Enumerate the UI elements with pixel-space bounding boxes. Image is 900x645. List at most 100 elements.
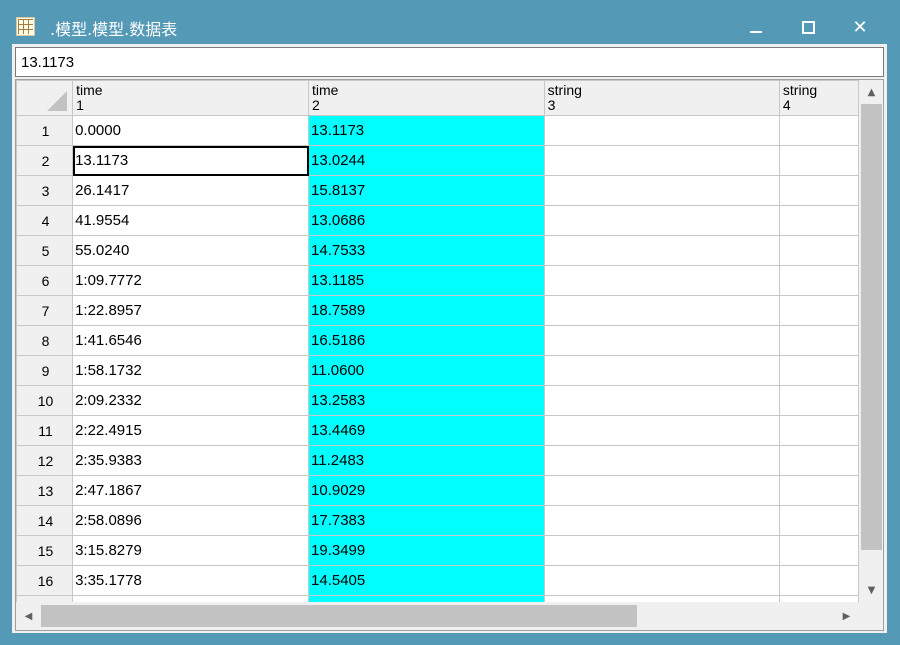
cell-string-3[interactable] — [543, 415, 780, 446]
cell-time-2[interactable]: 10.9029 — [308, 475, 545, 506]
cell-string-4[interactable] — [778, 505, 859, 536]
cell-time-1[interactable]: 1:58.1732 — [72, 355, 310, 386]
cell-time-1[interactable]: 2:58.0896 — [72, 505, 310, 536]
row-number[interactable]: 10 — [16, 385, 74, 416]
maximize-button[interactable] — [788, 12, 828, 42]
cell-time-2[interactable]: 14.5405 — [308, 565, 545, 596]
row-number[interactable]: 5 — [16, 235, 74, 266]
row-number[interactable]: 3 — [16, 175, 74, 206]
cell-time-1[interactable]: 26.1417 — [72, 175, 310, 206]
row-number[interactable]: 1 — [16, 115, 74, 146]
cell-string-4[interactable] — [778, 385, 859, 416]
cell-string-3[interactable] — [543, 175, 780, 206]
cell-string-3[interactable] — [543, 565, 780, 596]
cell-time-2[interactable]: 13.4469 — [308, 415, 545, 446]
cell-time-1[interactable]: 13.1173 — [72, 145, 310, 176]
close-button[interactable]: ✕ — [840, 12, 880, 42]
formula-bar[interactable] — [15, 47, 884, 77]
cell-string-4[interactable] — [778, 235, 859, 266]
cell-time-1[interactable]: 55.0240 — [72, 235, 310, 266]
cell-time-1[interactable]: 2:22.4915 — [72, 415, 310, 446]
row-number[interactable]: 2 — [16, 145, 74, 176]
cell-time-2[interactable]: 16.5186 — [308, 325, 545, 356]
cell-time-2[interactable]: 19.3499 — [308, 535, 545, 566]
scroll-left-button[interactable]: ◀ — [16, 602, 41, 630]
cell-time-1[interactable]: 1:22.8957 — [72, 295, 310, 326]
cell-string-3[interactable] — [543, 535, 780, 566]
cell-time-2[interactable]: 18.7589 — [308, 295, 545, 326]
cell-string-4[interactable] — [778, 205, 859, 236]
cell-string-3[interactable] — [543, 115, 780, 146]
row-number[interactable]: 11 — [16, 415, 74, 446]
cell-time-1[interactable]: 3:15.8279 — [72, 535, 310, 566]
cell-string-4[interactable] — [778, 355, 859, 386]
row-number[interactable]: 13 — [16, 475, 74, 506]
cell-string-4[interactable] — [778, 145, 859, 176]
horizontal-scrollbar[interactable]: ◀ ▶ — [16, 602, 859, 630]
cell-time-2[interactable]: 17.7383 — [308, 505, 545, 536]
cell-string-4[interactable] — [778, 445, 859, 476]
cell-time-2[interactable]: 13.0686 — [308, 205, 545, 236]
cell-string-3[interactable] — [543, 145, 780, 176]
cell-time-1[interactable]: 1:09.7772 — [72, 265, 310, 296]
vertical-scroll-thumb[interactable] — [861, 104, 882, 550]
cell-time-1[interactable]: 2:47.1867 — [72, 475, 310, 506]
select-all-corner[interactable] — [16, 80, 74, 116]
cell-string-4[interactable] — [778, 565, 859, 596]
cell-time-2[interactable]: 13.1173 — [308, 115, 545, 146]
title-bar[interactable]: .模型.模型.数据表 ✕ — [0, 0, 900, 44]
cell-string-3[interactable] — [543, 445, 780, 476]
cell-string-4[interactable] — [778, 325, 859, 356]
row-number[interactable]: 6 — [16, 265, 74, 296]
row-number[interactable]: 4 — [16, 205, 74, 236]
vertical-scrollbar[interactable]: ▲ ▼ — [859, 80, 883, 602]
cell-time-1[interactable]: 1:41.6546 — [72, 325, 310, 356]
scroll-right-button[interactable]: ▶ — [834, 602, 859, 630]
column-header-3[interactable]: string 3 — [543, 80, 780, 116]
row-number[interactable]: 7 — [16, 295, 74, 326]
cell-time-1[interactable]: 2:09.2332 — [72, 385, 310, 416]
cell-string-4[interactable] — [778, 475, 859, 506]
row-number[interactable]: 9 — [16, 355, 74, 386]
row-number[interactable]: 8 — [16, 325, 74, 356]
horizontal-scroll-thumb[interactable] — [41, 605, 637, 627]
cell-time-1[interactable]: 41.9554 — [72, 205, 310, 236]
cell-time-2[interactable]: 13.0244 — [308, 145, 545, 176]
cell-string-3[interactable] — [543, 205, 780, 236]
cell-string-3[interactable] — [543, 265, 780, 296]
cell-string-3[interactable] — [543, 325, 780, 356]
cell-time-2[interactable]: 13.1185 — [308, 265, 545, 296]
arrow-down-icon: ▼ — [867, 584, 876, 596]
cell-time-1[interactable]: 3:35.1778 — [72, 565, 310, 596]
column-header-4[interactable]: string 4 — [778, 80, 859, 116]
cell-string-4[interactable] — [778, 295, 859, 326]
row-number[interactable]: 16 — [16, 565, 74, 596]
cell-time-2[interactable]: 11.0600 — [308, 355, 545, 386]
cell-time-2[interactable]: 14.7533 — [308, 235, 545, 266]
cell-string-4[interactable] — [778, 415, 859, 446]
cell-time-2[interactable]: 11.2483 — [308, 445, 545, 476]
cell-string-4[interactable] — [778, 535, 859, 566]
cell-time-1[interactable]: 0.0000 — [72, 115, 310, 146]
cell-string-3[interactable] — [543, 355, 780, 386]
cell-value-input[interactable] — [16, 48, 883, 76]
cell-time-2[interactable]: 15.8137 — [308, 175, 545, 206]
cell-string-3[interactable] — [543, 385, 780, 416]
row-number[interactable]: 14 — [16, 505, 74, 536]
cell-time-1[interactable]: 2:35.9383 — [72, 445, 310, 476]
column-header-2[interactable]: time 2 — [308, 80, 545, 116]
scroll-down-button[interactable]: ▼ — [859, 578, 883, 602]
column-header-1[interactable]: time 1 — [72, 80, 310, 116]
cell-string-3[interactable] — [543, 505, 780, 536]
scroll-up-button[interactable]: ▲ — [859, 80, 883, 104]
row-number[interactable]: 12 — [16, 445, 74, 476]
cell-string-3[interactable] — [543, 235, 780, 266]
minimize-button[interactable] — [736, 12, 776, 42]
cell-string-4[interactable] — [778, 175, 859, 206]
cell-string-4[interactable] — [778, 115, 859, 146]
cell-string-3[interactable] — [543, 295, 780, 326]
cell-time-2[interactable]: 13.2583 — [308, 385, 545, 416]
cell-string-4[interactable] — [778, 265, 859, 296]
row-number[interactable]: 15 — [16, 535, 74, 566]
cell-string-3[interactable] — [543, 475, 780, 506]
